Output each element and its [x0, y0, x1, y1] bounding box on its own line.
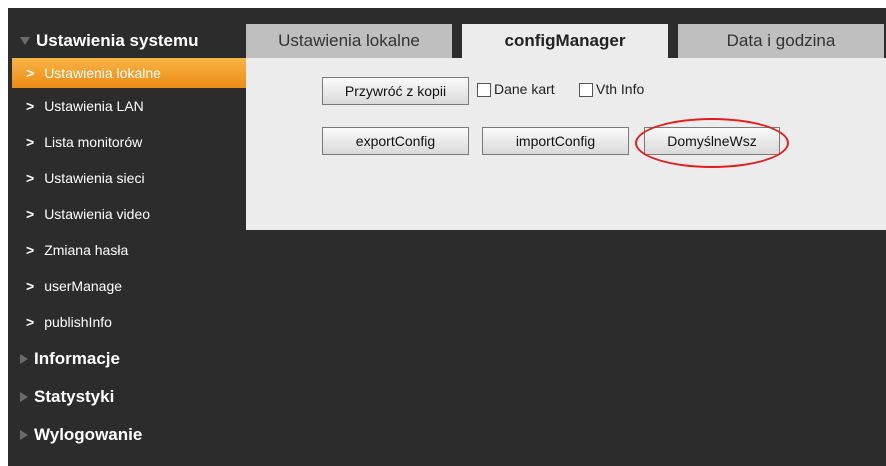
sidebar-item-label: Lista monitorów — [44, 134, 143, 150]
triangle-right-icon — [20, 354, 28, 364]
sidebar-section-information[interactable]: Informacje — [8, 340, 246, 378]
export-config-button[interactable]: exportConfig — [322, 127, 469, 155]
sidebar-section-statistics[interactable]: Statystyki — [8, 378, 246, 416]
sidebar-item-change-password[interactable]: > Zmiana hasła — [8, 232, 246, 268]
card-data-checkbox[interactable] — [477, 83, 491, 97]
vth-info-label: Vth Info — [596, 81, 645, 97]
tab-bar: Ustawienia lokalne configManager Data i … — [246, 24, 886, 58]
tab-local-settings[interactable]: Ustawienia lokalne — [246, 24, 452, 58]
sidebar-item-video-settings[interactable]: > Ustawienia video — [8, 196, 246, 232]
red-highlight-ellipse — [635, 118, 789, 168]
restore-backup-button[interactable]: Przywróć z kopii — [322, 77, 469, 105]
triangle-right-icon — [20, 392, 28, 402]
tab-date-time[interactable]: Data i godzina — [678, 24, 884, 58]
sidebar-item-monitor-list[interactable]: > Lista monitorów — [8, 124, 246, 160]
vth-info-checkbox[interactable] — [579, 83, 593, 97]
sidebar-item-label: Ustawienia video — [44, 206, 151, 222]
sidebar-item-label: Zmiana hasła — [44, 242, 129, 258]
import-config-button[interactable]: importConfig — [482, 127, 629, 155]
chevron-right-icon: > — [26, 134, 35, 150]
sidebar-item-lan-settings[interactable]: > Ustawienia LAN — [8, 88, 246, 124]
sidebar-item-local-settings[interactable]: > Ustawienia lokalne — [12, 58, 246, 88]
chevron-right-icon: > — [26, 278, 35, 294]
card-data-label: Dane kart — [494, 81, 555, 97]
chevron-right-icon: > — [26, 314, 35, 330]
sidebar-item-user-manage[interactable]: > userManage — [8, 268, 246, 304]
sidebar-section-logout[interactable]: Wylogowanie — [8, 416, 246, 454]
sidebar-item-publish-info[interactable]: > publishInfo — [8, 304, 246, 340]
sidebar-item-label: Ustawienia lokalne — [44, 65, 161, 81]
config-manager-panel: Przywróć z kopii Dane kart Vth Info expo… — [246, 58, 886, 230]
triangle-down-icon — [20, 37, 30, 45]
chevron-right-icon: > — [26, 170, 35, 186]
sidebar-item-network-settings[interactable]: > Ustawienia sieci — [8, 160, 246, 196]
sidebar-item-label: Ustawienia LAN — [44, 98, 144, 114]
sidebar-item-label: publishInfo — [44, 314, 112, 330]
sidebar-section-label: Informacje — [34, 349, 120, 368]
sidebar-item-label: userManage — [44, 278, 123, 294]
chevron-right-icon: > — [26, 65, 35, 81]
triangle-right-icon — [20, 430, 28, 440]
sidebar-section-system[interactable]: Ustawienia systemu — [8, 24, 246, 58]
sidebar: Ustawienia systemu > Ustawienia lokalne … — [8, 24, 246, 454]
chevron-right-icon: > — [26, 98, 35, 114]
sidebar-item-label: Ustawienia sieci — [44, 170, 145, 186]
sidebar-section-label: Ustawienia systemu — [36, 31, 199, 50]
tab-config-manager[interactable]: configManager — [462, 24, 668, 58]
sidebar-section-label: Wylogowanie — [34, 425, 143, 444]
chevron-right-icon: > — [26, 242, 35, 258]
sidebar-section-label: Statystyki — [34, 387, 115, 406]
chevron-right-icon: > — [26, 206, 35, 222]
